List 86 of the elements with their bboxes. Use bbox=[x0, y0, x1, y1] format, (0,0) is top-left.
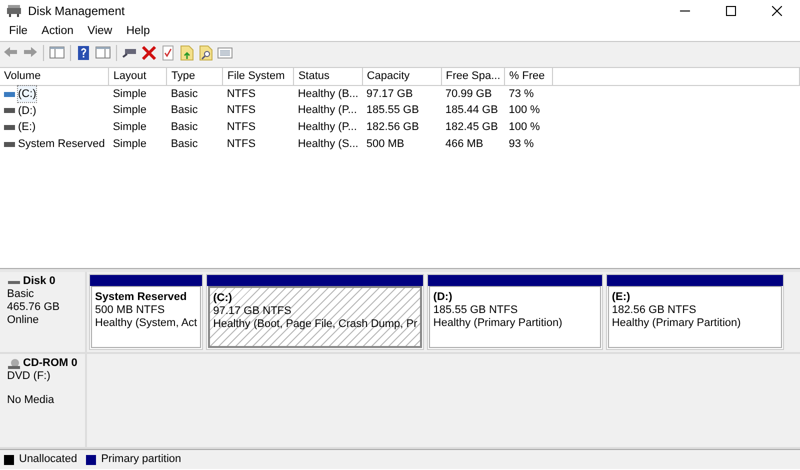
column-header[interactable]: Volume bbox=[0, 68, 109, 85]
table-cell: 466 MB bbox=[445, 138, 484, 150]
drive-icon bbox=[4, 108, 15, 114]
table-cell[interactable]: (E:) bbox=[18, 119, 36, 136]
drive-icon bbox=[4, 92, 15, 96]
partition-name: System Reserved bbox=[95, 291, 188, 304]
disk-info-text: DVD (F:) bbox=[7, 370, 52, 383]
close-icon bbox=[772, 6, 782, 16]
table-cell: 185.55 GB bbox=[366, 104, 419, 116]
table-cell[interactable]: System Reserved bbox=[18, 136, 105, 152]
list-view-icon[interactable] bbox=[217, 44, 233, 60]
column-header[interactable]: Free Spa... bbox=[441, 68, 505, 85]
partition-size: 185.55 GB NTFS bbox=[433, 304, 519, 317]
table-cell: 97.17 GB bbox=[366, 88, 413, 100]
table-cell: Simple bbox=[112, 121, 146, 134]
table-cell: Basic bbox=[170, 104, 198, 116]
menu-item[interactable]: Help bbox=[119, 22, 157, 40]
disk-name: Disk 0 bbox=[23, 275, 56, 288]
table-cell: Basic bbox=[170, 88, 198, 100]
window-title: Disk Management bbox=[28, 3, 125, 20]
partition-size: 182.56 GB NTFS bbox=[612, 304, 698, 317]
drive-icon bbox=[4, 142, 15, 147]
console-tree-icon[interactable] bbox=[49, 44, 65, 60]
cd-drive-icon bbox=[7, 358, 21, 370]
column-header[interactable]: Type bbox=[166, 68, 223, 85]
table-cell: Simple bbox=[112, 88, 146, 100]
table-cell: Basic bbox=[170, 138, 198, 150]
table-cell: 500 MB bbox=[366, 138, 404, 150]
table-cell: NTFS bbox=[226, 138, 256, 150]
disk-info-text: Basic bbox=[7, 288, 35, 301]
menu-item[interactable]: View bbox=[80, 22, 120, 40]
table-cell: 100 % bbox=[508, 104, 540, 116]
partition-status: Healthy (Primary Partition) bbox=[612, 317, 742, 330]
drive-icon bbox=[4, 125, 15, 130]
table-cell[interactable]: (C:) bbox=[18, 86, 36, 102]
table-cell: NTFS bbox=[226, 104, 256, 116]
table-cell: Healthy (S... bbox=[298, 138, 358, 150]
partition-status: Healthy (System, Act bbox=[95, 317, 198, 330]
disk-management-icon bbox=[6, 4, 22, 18]
partition-status: Healthy (Boot, Page File, Crash Dump, Pr bbox=[213, 318, 418, 331]
disk-info-text: 465.76 GB bbox=[7, 301, 61, 314]
table-cell: Healthy (B... bbox=[298, 88, 358, 100]
legend-label: Primary partition bbox=[101, 452, 182, 468]
partition-name: (C:) bbox=[213, 292, 234, 305]
table-cell: 182.56 GB bbox=[366, 121, 419, 134]
table-cell: 73 % bbox=[508, 88, 534, 100]
table-cell: 182.45 GB bbox=[445, 121, 498, 134]
column-header[interactable]: % Free bbox=[504, 68, 553, 85]
table-cell: 100 % bbox=[508, 121, 540, 134]
column-header[interactable]: File System bbox=[222, 68, 294, 85]
table-cell: Simple bbox=[112, 104, 146, 116]
table-cell: Simple bbox=[112, 138, 146, 150]
menu-item[interactable]: File bbox=[2, 22, 35, 40]
disk-name: CD-ROM 0 bbox=[23, 357, 78, 370]
partition-block[interactable]: (C:) 97.17 GB NTFS Healthy (Boot, Page File, Crash Dump, Pr bbox=[206, 274, 424, 350]
table-cell: 185.44 GB bbox=[445, 104, 498, 116]
folder-search-icon[interactable] bbox=[198, 44, 214, 60]
partition-name: (D:) bbox=[433, 291, 454, 304]
table-cell: Healthy (P... bbox=[298, 121, 357, 134]
disk-info-text: Online bbox=[7, 314, 40, 327]
column-header[interactable]: Layout bbox=[108, 68, 167, 85]
menu-item[interactable]: Action bbox=[34, 22, 80, 40]
table-cell[interactable]: (D:) bbox=[18, 102, 36, 119]
properties-icon[interactable] bbox=[95, 44, 111, 60]
table-cell: Healthy (P... bbox=[298, 104, 357, 116]
table-cell: 70.99 GB bbox=[445, 88, 492, 100]
partition-name: (E:) bbox=[612, 291, 632, 304]
partition-block[interactable]: (D:) 185.55 GB NTFS Healthy (Primary Partition) bbox=[427, 274, 603, 350]
partition-size: 97.17 GB NTFS bbox=[213, 305, 292, 318]
delete-icon[interactable] bbox=[141, 44, 157, 60]
folder-up-icon[interactable] bbox=[179, 44, 195, 60]
partition-size: 500 MB NTFS bbox=[95, 304, 166, 317]
table-cell: Basic bbox=[170, 121, 198, 134]
partition-status: Healthy (Primary Partition) bbox=[433, 317, 564, 330]
column-header[interactable]: Capacity bbox=[362, 68, 442, 85]
table-cell: NTFS bbox=[226, 88, 256, 100]
legend-label: Unallocated bbox=[19, 452, 78, 468]
checklist-icon[interactable] bbox=[160, 44, 176, 60]
partition-block[interactable]: System Reserved 500 MB NTFS Healthy (System, Act bbox=[89, 274, 204, 350]
table-cell: 93 % bbox=[508, 138, 534, 150]
maximize-icon bbox=[726, 6, 736, 16]
help-icon[interactable] bbox=[76, 44, 92, 60]
partition-block[interactable]: (E:) 182.56 GB NTFS Healthy (Primary Partition) bbox=[606, 274, 784, 350]
table-cell: NTFS bbox=[226, 121, 256, 134]
column-header[interactable]: Status bbox=[294, 68, 362, 85]
disk-info-text: No Media bbox=[7, 394, 56, 407]
